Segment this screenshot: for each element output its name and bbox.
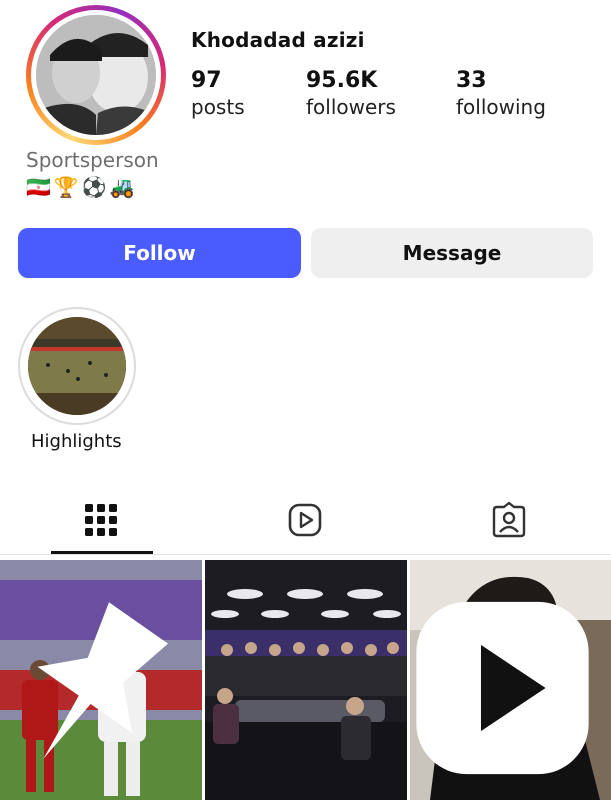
grid-icon [85,504,117,536]
tab-tagged[interactable] [459,490,559,550]
posts-stat[interactable]: 97 posts [191,68,245,119]
trophy-emoji: 🏆 [53,175,80,199]
posts-label: posts [191,95,245,119]
reel-icon [416,601,589,775]
tagged-icon [492,502,526,538]
highlight-item[interactable] [18,307,136,425]
following-stat[interactable]: 33 following [456,68,546,119]
pin-icon [37,602,169,759]
avatar[interactable] [36,15,156,135]
bio-emojis: 🇮🇷 🏆 ⚽ 🚜 [26,175,136,199]
profile-tabs [0,490,611,556]
tab-posts-grid[interactable] [51,490,151,550]
soccer-ball-emoji: ⚽ [81,175,108,199]
followers-stat[interactable]: 95.6K followers [306,68,396,119]
message-button[interactable]: Message [311,228,593,278]
post-thumbnail[interactable] [0,560,202,800]
profile-category: Sportsperson [26,148,159,172]
posts-count: 97 [191,68,222,93]
followers-label: followers [306,95,396,119]
highlight-label: Highlights [31,431,122,452]
tabs-divider [0,554,611,555]
following-count: 33 [456,68,487,93]
follow-button[interactable]: Follow [18,228,301,278]
reels-icon [288,503,322,537]
avatar-photo [36,15,156,135]
posts-grid [0,560,611,800]
avatar-frame [31,10,161,140]
profile-name: Khodadad azizi [191,28,365,52]
tab-reels[interactable] [255,490,355,550]
profile-avatar-ring[interactable] [26,5,166,145]
post-thumbnail[interactable] [205,560,407,800]
highlight-thumbnail [28,317,126,415]
post-thumbnail[interactable] [410,560,611,800]
iran-flag-emoji: 🇮🇷 [26,175,52,199]
following-label: following [456,95,546,119]
followers-count: 95.6K [306,68,378,93]
tractor-emoji: 🚜 [109,175,136,199]
